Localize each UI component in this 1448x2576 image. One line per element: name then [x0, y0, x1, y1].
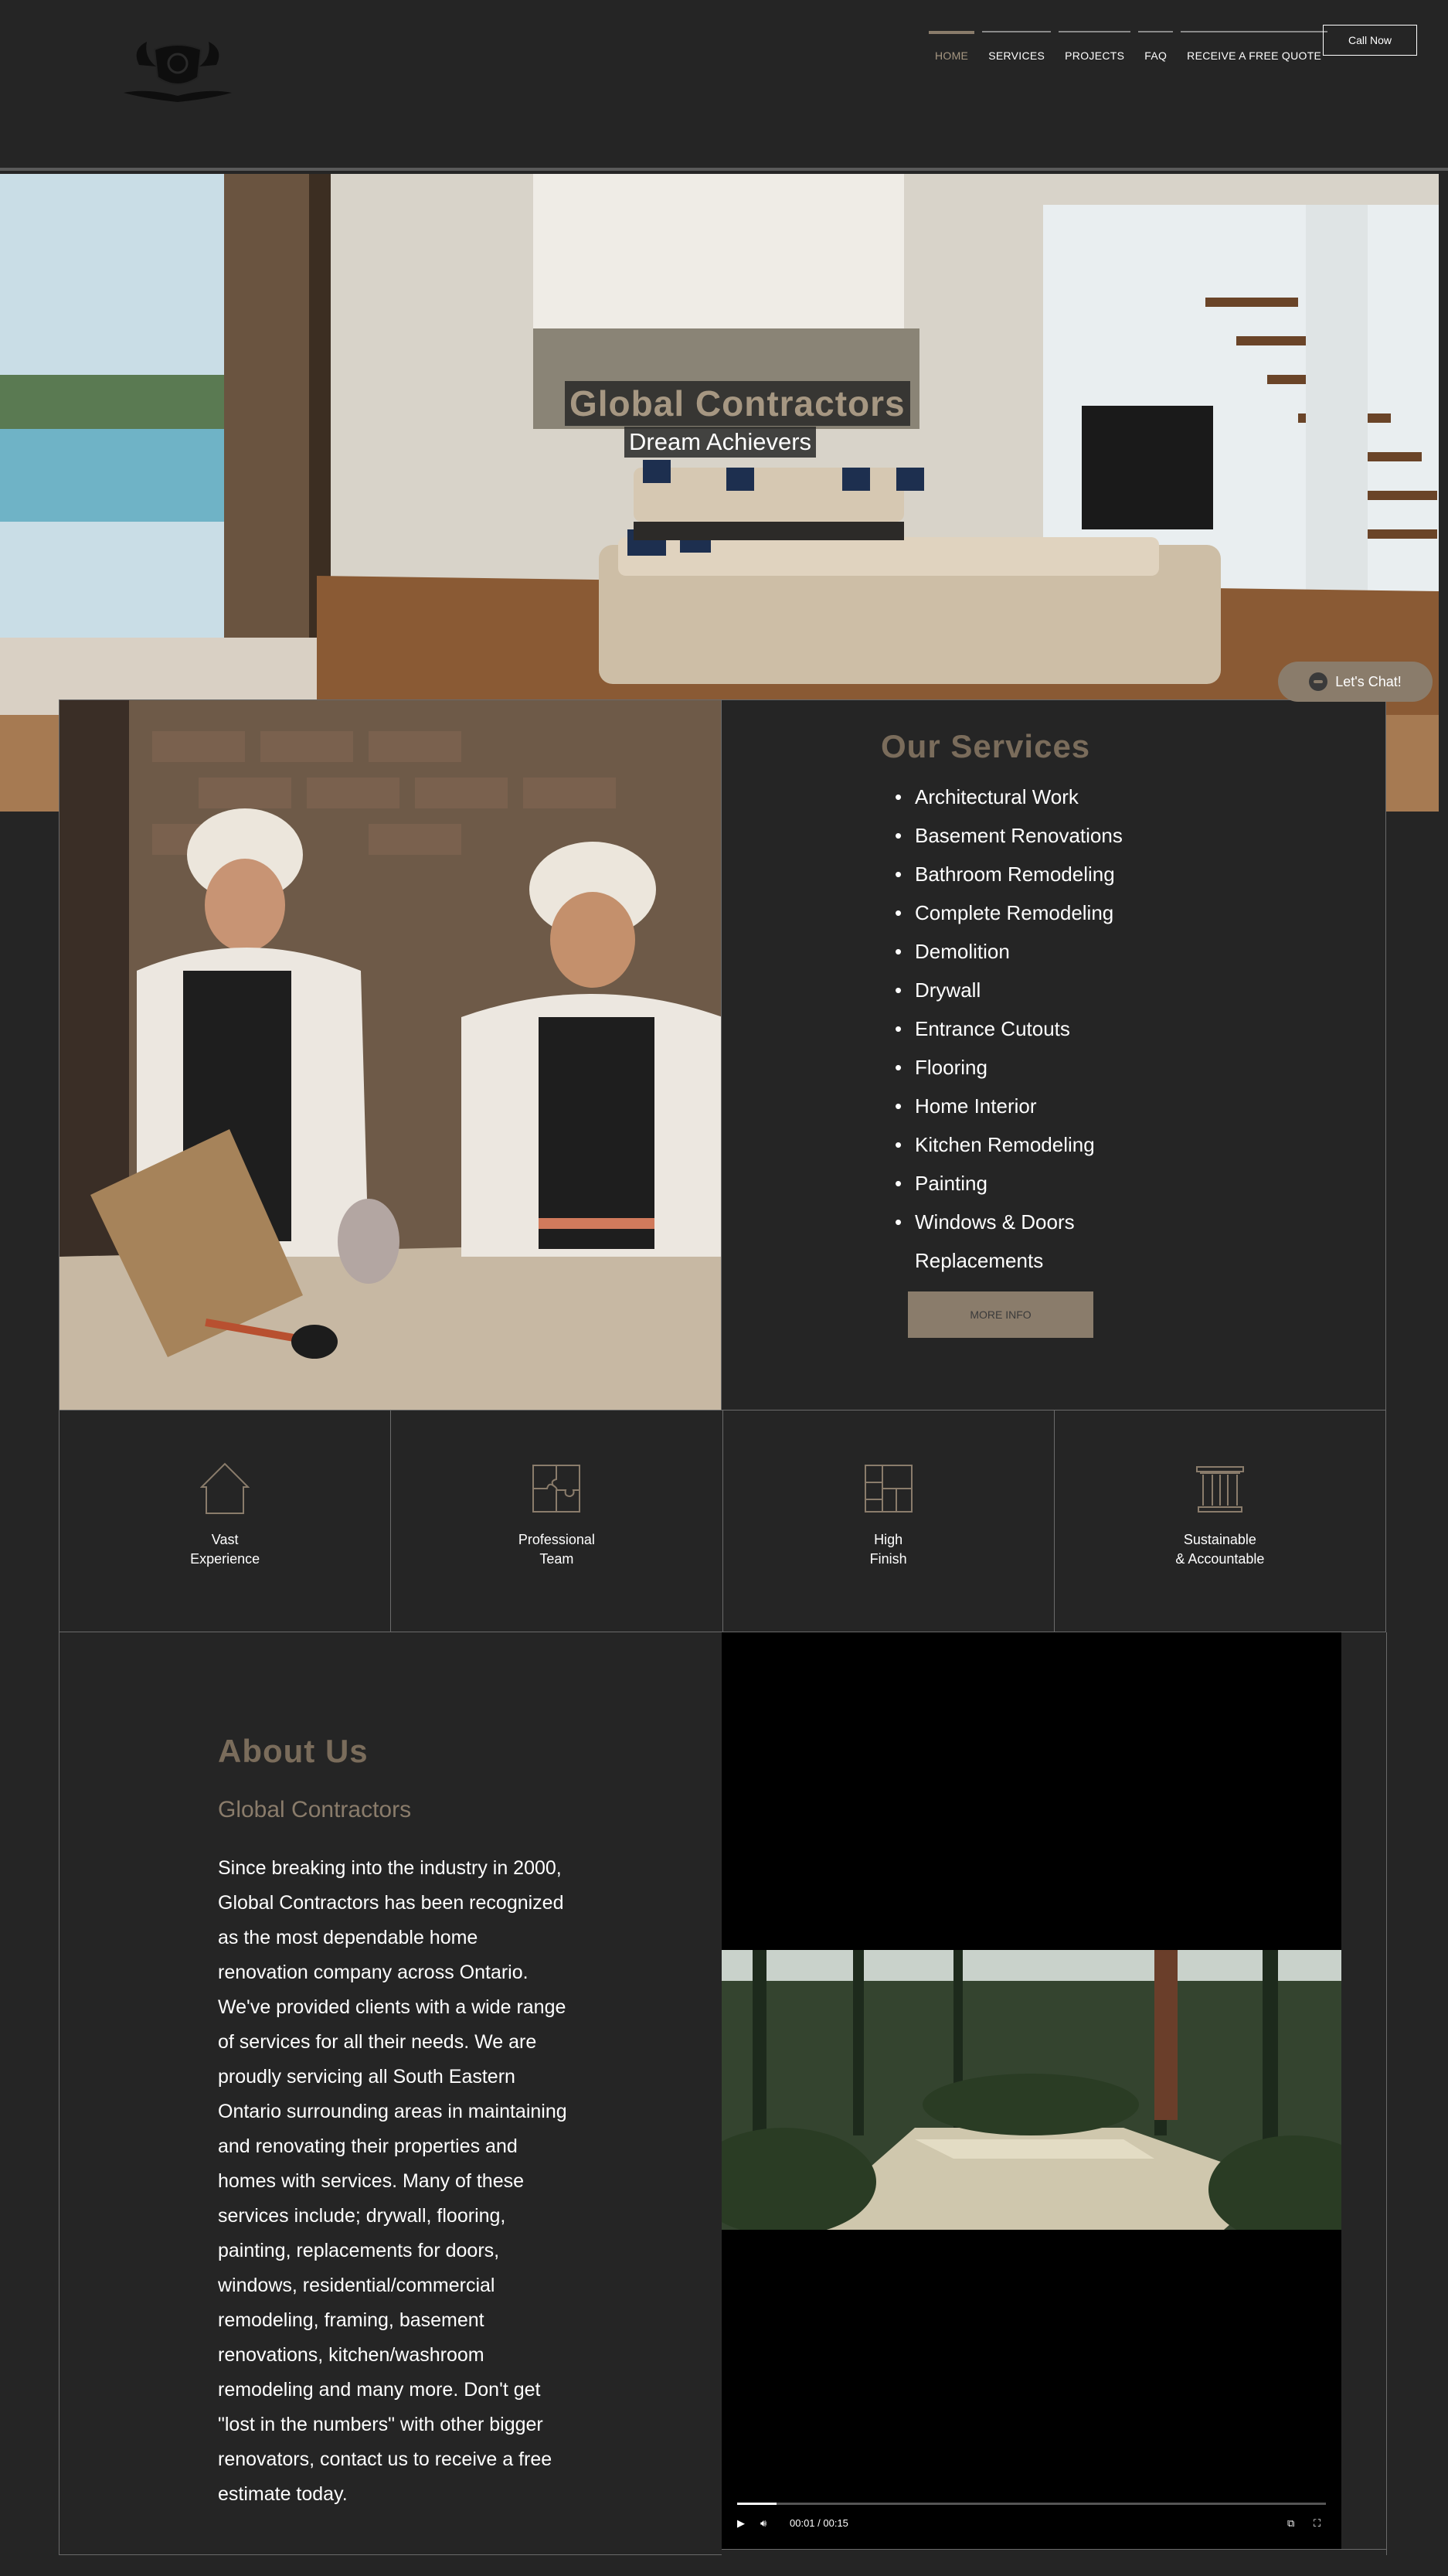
- nav-home[interactable]: HOME: [929, 31, 975, 62]
- section-divider: [1386, 1632, 1387, 2555]
- services-panel: Our Services Architectural Work Basement…: [722, 699, 1386, 1411]
- about-title: About Us: [218, 1733, 369, 1769]
- service-item: Flooring: [895, 1048, 1139, 1087]
- video-frame[interactable]: [722, 1950, 1341, 2230]
- features-row: Vast Experience Professional Team High F…: [59, 1411, 1386, 1632]
- service-item: Entrance Cutouts: [895, 1009, 1139, 1048]
- feature-label-line1: Professional: [518, 1532, 595, 1547]
- video-progress-bar[interactable]: [737, 2503, 1326, 2505]
- service-item: Bathroom Remodeling: [895, 855, 1139, 893]
- service-item: Windows & Doors Replacements: [895, 1203, 1139, 1280]
- video-time: 00:01 / 00:15: [790, 2517, 848, 2529]
- service-item: Kitchen Remodeling: [895, 1125, 1139, 1164]
- feature-label-line2: & Accountable: [1175, 1551, 1265, 1567]
- feature-high-finish: High Finish: [723, 1411, 1055, 1632]
- feature-sustainable: Sustainable & Accountable: [1055, 1411, 1385, 1632]
- video-player[interactable]: ▶ 🔊︎ 00:01 / 00:15 ⧉ ⛶: [722, 1632, 1341, 2549]
- about-section: About Us Global Contractors Since breaki…: [59, 1632, 722, 2555]
- play-icon[interactable]: ▶: [737, 2517, 745, 2530]
- nav-services[interactable]: SERVICES: [982, 31, 1052, 62]
- hero-subtitle: Dream Achievers: [624, 427, 817, 458]
- feature-label-line1: High: [874, 1532, 903, 1547]
- main-nav: HOME SERVICES PROJECTS FAQ RECEIVE A FRE…: [929, 31, 1328, 62]
- puzzle-icon: [532, 1465, 581, 1513]
- picture-in-picture-icon[interactable]: ⧉: [1287, 2517, 1294, 2530]
- hero-title: Global Contractors: [565, 381, 910, 426]
- tiles-icon: [864, 1465, 913, 1513]
- workers-image: [59, 699, 722, 1411]
- feature-label-line1: Sustainable: [1183, 1532, 1256, 1547]
- service-item: Complete Remodeling: [895, 893, 1139, 932]
- feature-label-line2: Finish: [869, 1551, 907, 1567]
- service-item: Painting: [895, 1164, 1139, 1203]
- house-icon: [200, 1462, 250, 1514]
- section-divider: [722, 2549, 1387, 2550]
- more-info-button[interactable]: MORE INFO: [908, 1291, 1093, 1338]
- site-header: HOME SERVICES PROJECTS FAQ RECEIVE A FRE…: [0, 0, 1448, 171]
- volume-icon[interactable]: 🔊︎: [760, 2517, 766, 2530]
- feature-label-line2: Team: [539, 1551, 574, 1567]
- column-icon: [1195, 1466, 1244, 1513]
- service-item: Basement Renovations: [895, 816, 1139, 855]
- service-item: Home Interior: [895, 1087, 1139, 1125]
- feature-label-line2: Experience: [190, 1551, 260, 1567]
- feature-vast-experience: Vast Experience: [59, 1411, 392, 1632]
- chat-label: Let's Chat!: [1335, 673, 1402, 689]
- call-now-button[interactable]: Call Now: [1323, 25, 1417, 56]
- service-item: Demolition: [895, 932, 1139, 971]
- fullscreen-icon[interactable]: ⛶: [1314, 2517, 1321, 2530]
- nav-faq[interactable]: FAQ: [1138, 31, 1174, 62]
- about-text: Since breaking into the industry in 2000…: [218, 1857, 567, 2505]
- feature-label-line1: Vast: [211, 1532, 239, 1547]
- chat-bubble-icon: [1309, 672, 1328, 691]
- services-title: Our Services: [881, 728, 1091, 764]
- feature-professional-team: Professional Team: [391, 1411, 723, 1632]
- crest-logo-icon[interactable]: [116, 34, 240, 105]
- video-progress-fill: [737, 2503, 777, 2505]
- lets-chat-button[interactable]: Let's Chat!: [1278, 662, 1433, 702]
- nav-free-quote[interactable]: RECEIVE A FREE QUOTE: [1181, 31, 1328, 62]
- nav-projects[interactable]: PROJECTS: [1059, 31, 1131, 62]
- service-item: Drywall: [895, 971, 1139, 1009]
- services-list: Architectural Work Basement Renovations …: [895, 778, 1139, 1280]
- about-subtitle: Global Contractors: [218, 1797, 412, 1822]
- service-item: Architectural Work: [895, 778, 1139, 816]
